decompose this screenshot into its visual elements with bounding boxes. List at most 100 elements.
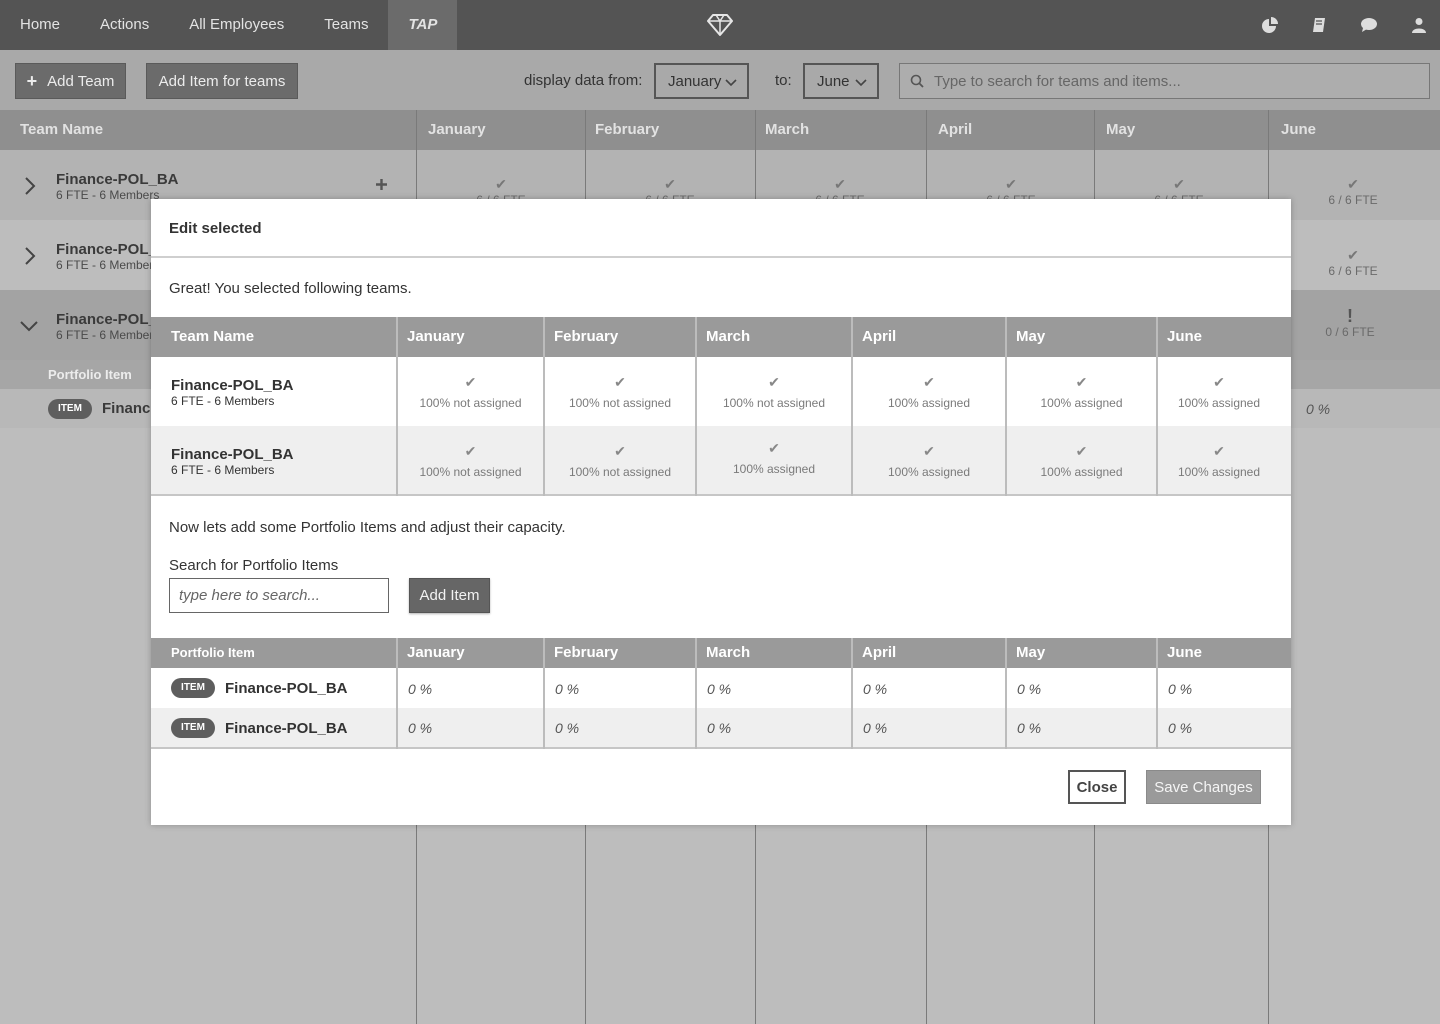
- divider: [151, 256, 1291, 258]
- nav-home[interactable]: Home: [0, 0, 80, 50]
- check-icon: ✔: [464, 443, 477, 459]
- item-badge: ITEM: [171, 718, 215, 738]
- header-may: May: [1016, 644, 1046, 661]
- chat-icon[interactable]: [1360, 17, 1378, 33]
- team-name: Finance-POL_BA: [56, 171, 179, 188]
- capacity-input[interactable]: 0 %: [555, 681, 579, 697]
- pie-chart-icon[interactable]: [1262, 17, 1278, 33]
- status-text: 100% assigned: [1040, 396, 1123, 410]
- header-january: January: [428, 121, 486, 138]
- display-from-label: display data from:: [524, 72, 643, 89]
- check-icon: ✔: [1213, 443, 1225, 459]
- check-icon: ✔: [768, 440, 780, 456]
- capacity-input[interactable]: 0 %: [863, 681, 887, 697]
- portfolio-item-header: Portfolio Item: [48, 367, 132, 382]
- chevron-right-icon[interactable]: [23, 247, 37, 265]
- status-cell: ✔ 100% assigned: [1158, 443, 1280, 479]
- portfolio-items-header: Portfolio Item January February March Ap…: [151, 638, 1291, 668]
- capacity-input[interactable]: 0 %: [408, 720, 432, 736]
- header-portfolio-item: Portfolio Item: [171, 645, 255, 660]
- fte-cell: ✔6 / 6 FTE: [1268, 176, 1438, 207]
- status-text: 100% assigned: [1177, 465, 1261, 479]
- portfolio-search-input[interactable]: [169, 578, 389, 613]
- toolbar: + Add Team Add Item for teams display da…: [0, 50, 1440, 110]
- search-input[interactable]: [934, 72, 1414, 90]
- add-item-button[interactable]: Add Item: [409, 578, 490, 613]
- capacity-input[interactable]: 0 %: [1168, 720, 1192, 736]
- diamond-icon[interactable]: [707, 13, 733, 37]
- capacity-input[interactable]: 0 %: [408, 681, 432, 697]
- capacity-input[interactable]: 0 %: [707, 681, 731, 697]
- chevron-down-icon[interactable]: [20, 319, 38, 333]
- status-cell: ✔ 100% not assigned: [545, 443, 695, 479]
- nav-teams[interactable]: Teams: [304, 0, 388, 50]
- close-button[interactable]: Close: [1068, 770, 1126, 804]
- team-subtitle: 6 FTE - 6 Members: [56, 188, 160, 202]
- status-text: 100% assigned: [1040, 465, 1123, 479]
- check-icon: ✔: [664, 176, 676, 192]
- header-february: February: [554, 328, 619, 345]
- check-icon: ✔: [1173, 176, 1185, 192]
- status-cell: ✔ 100% assigned: [697, 440, 851, 476]
- status-cell: ✔ 100% not assigned: [545, 374, 695, 410]
- from-month-value: January: [668, 72, 722, 90]
- book-icon[interactable]: [1312, 17, 1326, 33]
- status-cell: ✔ 100% assigned: [1007, 443, 1156, 479]
- capacity-input[interactable]: 0 %: [863, 720, 887, 736]
- save-changes-button[interactable]: Save Changes: [1146, 770, 1261, 804]
- add-team-button[interactable]: + Add Team: [15, 63, 126, 99]
- header-april: April: [862, 644, 897, 661]
- status-text: 100% not assigned: [568, 396, 672, 410]
- team-subtitle: 6 FTE - 6 Members: [171, 463, 275, 477]
- to-month-select[interactable]: June: [803, 63, 879, 99]
- header-june: June: [1281, 121, 1317, 138]
- check-icon: ✔: [1075, 374, 1088, 390]
- item-badge: ITEM: [171, 678, 215, 698]
- chevron-right-icon[interactable]: [23, 177, 37, 195]
- search-portfolio-label: Search for Portfolio Items: [169, 557, 339, 574]
- check-icon: ✔: [1347, 176, 1359, 192]
- column-divider: [1005, 638, 1007, 749]
- status-cell: ✔ 100% not assigned: [398, 443, 543, 479]
- chevron-down-icon: [855, 79, 867, 87]
- status-text: 100% not assigned: [419, 465, 522, 479]
- user-icon[interactable]: [1412, 17, 1426, 33]
- capacity-input[interactable]: 0 %: [555, 720, 579, 736]
- check-icon: ✔: [923, 374, 935, 390]
- plus-icon: +: [26, 70, 38, 91]
- background-table-header: Team Name January February March April M…: [0, 110, 1440, 150]
- status-cell: ✔ 100% assigned: [853, 443, 1005, 479]
- header-january: January: [407, 644, 465, 661]
- capacity-input[interactable]: 0 %: [707, 720, 731, 736]
- to-month-value: June: [817, 72, 850, 90]
- check-icon: ✔: [464, 374, 477, 390]
- nav-all-employees[interactable]: All Employees: [169, 0, 304, 50]
- from-month-select[interactable]: January: [654, 63, 749, 99]
- header-april: April: [862, 328, 897, 345]
- check-icon: ✔: [1347, 247, 1359, 263]
- nav-tap[interactable]: TAP: [388, 0, 458, 50]
- display-to-label: to:: [775, 72, 792, 89]
- edit-selected-modal: Edit selected Great! You selected follow…: [151, 199, 1291, 825]
- status-cell: ✔ 100% not assigned: [697, 374, 851, 410]
- column-divider: [851, 638, 853, 749]
- capacity-input[interactable]: 0 %: [1017, 720, 1041, 736]
- team-subtitle: 6 FTE - 6 Members: [56, 258, 160, 272]
- team-subtitle: 6 FTE - 6 Members: [171, 394, 275, 408]
- nav-actions[interactable]: Actions: [80, 0, 169, 50]
- portfolio-item-name: Finance-POL_BA: [225, 720, 348, 737]
- header-team-name: Team Name: [20, 121, 104, 138]
- item-badge: ITEM: [48, 399, 92, 419]
- selected-teams-header: Team Name January February March April M…: [151, 317, 1291, 357]
- status-text: 100% not assigned: [419, 396, 522, 410]
- check-icon: ✔: [614, 374, 626, 390]
- header-april: April: [938, 121, 973, 138]
- modal-title: Edit selected: [169, 220, 262, 237]
- header-february: February: [595, 121, 660, 138]
- header-january: January: [407, 328, 465, 345]
- plus-icon[interactable]: [375, 178, 388, 191]
- fte-value: 6 / 6 FTE: [1328, 193, 1378, 207]
- add-item-for-teams-button[interactable]: Add Item for teams: [146, 63, 298, 99]
- capacity-input[interactable]: 0 %: [1017, 681, 1041, 697]
- capacity-input[interactable]: 0 %: [1168, 681, 1192, 697]
